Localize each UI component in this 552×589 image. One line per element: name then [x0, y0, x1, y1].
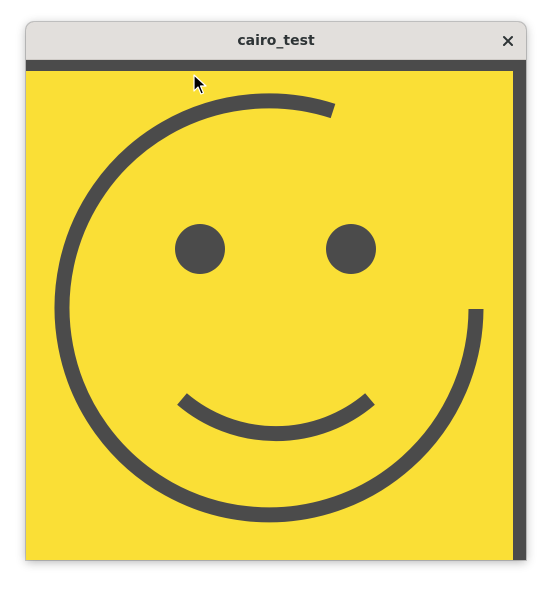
close-icon: [503, 36, 513, 46]
drawing-area: [26, 60, 526, 560]
close-button[interactable]: [496, 29, 520, 53]
left-eye: [175, 224, 225, 274]
cairo-canvas: [26, 71, 513, 560]
mouse-pointer-icon: [193, 74, 207, 95]
right-eye: [326, 224, 376, 274]
window-title: cairo_test: [237, 33, 315, 49]
canvas-background: [26, 71, 513, 560]
app-window: cairo_test: [26, 22, 526, 560]
title-bar[interactable]: cairo_test: [26, 22, 526, 60]
